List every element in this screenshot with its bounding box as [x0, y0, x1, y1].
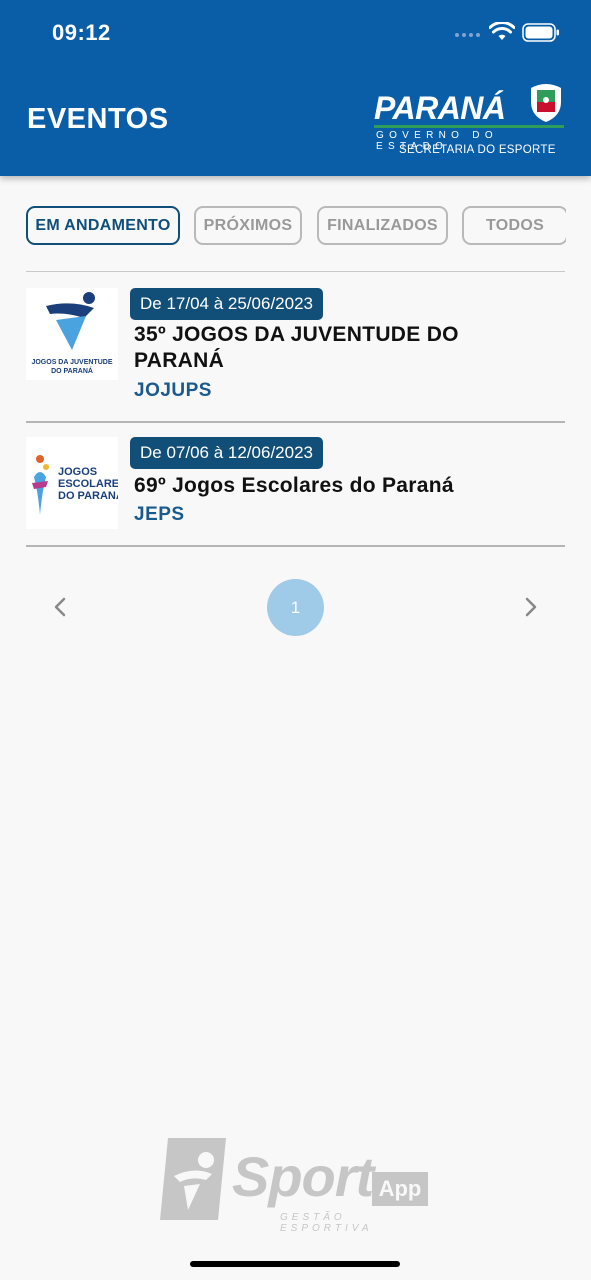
event-list-item[interactable]: JOGOS ESCOLARES DO PARANÁ De 07/06 à 12/…: [26, 437, 565, 532]
watermark-app-badge: App: [372, 1172, 428, 1206]
thumb-text-line1: JOGOS DA JUVENTUDE: [31, 359, 112, 366]
chevron-left-icon[interactable]: [50, 594, 70, 620]
app-header: 09:12 EVENTOS PARANÁ GOVERNO DO ESTADO S…: [0, 0, 591, 176]
thumb-text-line1: JOGOS: [58, 466, 97, 478]
event-abbreviation: JEPS: [134, 504, 185, 525]
jojups-logo-icon: JOGOS DA JUVENTUDE DO PARANÁ: [31, 292, 113, 375]
event-abbreviation: JOJUPS: [134, 380, 212, 401]
thumb-text-line2: DO PARANÁ: [51, 366, 93, 375]
tab-proximos[interactable]: PRÓXIMOS: [194, 206, 302, 245]
event-date-badge: De 17/04 à 25/06/2023: [130, 288, 323, 320]
tab-em-andamento[interactable]: EM ANDAMENTO: [26, 206, 180, 245]
cellular-signal-icon: [455, 33, 480, 37]
event-list-item[interactable]: JOGOS DA JUVENTUDE DO PARANÁ De 17/04 à …: [26, 288, 565, 408]
status-time: 09:12: [52, 20, 111, 45]
logo-wordmark: PARANÁ: [374, 90, 506, 126]
list-divider: [26, 421, 565, 423]
event-name: 35º JOGOS DA JUVENTUDE DO PARANÁ: [134, 323, 459, 372]
thumb-text-line3: DO PARANÁ: [58, 489, 118, 502]
thumb-text-line2: ESCOLARES: [58, 478, 118, 490]
parana-logo: PARANÁ GOVERNO DO ESTADO SECRETARIA DO E…: [372, 82, 568, 162]
event-thumbnail: JOGOS ESCOLARES DO PARANÁ: [26, 437, 126, 529]
sportapp-watermark: Sport App GESTÃO ESPORTIVA: [160, 1136, 432, 1234]
battery-icon: [522, 23, 559, 42]
event-name: 69º Jogos Escolares do Paraná: [134, 474, 454, 497]
wifi-icon: [489, 22, 515, 40]
watermark-tagline: GESTÃO ESPORTIVA: [280, 1212, 373, 1234]
logo-secretaria-text: SECRETARIA DO ESPORTE: [399, 144, 556, 156]
tab-todos[interactable]: TODOS: [462, 206, 566, 245]
chevron-right-icon[interactable]: [521, 594, 541, 620]
logo-green-bar: [374, 125, 564, 128]
jeps-logo-icon: JOGOS ESCOLARES DO PARANÁ: [32, 455, 126, 515]
watermark-word: Sport: [232, 1145, 374, 1208]
list-divider: [26, 545, 565, 547]
page-title: EVENTOS: [27, 103, 169, 135]
list-divider: [26, 271, 565, 272]
event-date-badge: De 07/06 à 12/06/2023: [130, 437, 323, 469]
sportapp-logo-icon: [160, 1138, 226, 1220]
pagination-current-page[interactable]: 1: [267, 579, 324, 636]
event-thumbnail: JOGOS DA JUVENTUDE DO PARANÁ: [26, 288, 118, 380]
coat-of-arms-icon: [531, 84, 561, 122]
filter-tabs: EM ANDAMENTO PRÓXIMOS FINALIZADOS TODOS: [26, 206, 566, 246]
tab-finalizados[interactable]: FINALIZADOS: [317, 206, 448, 245]
home-indicator[interactable]: [190, 1261, 400, 1267]
